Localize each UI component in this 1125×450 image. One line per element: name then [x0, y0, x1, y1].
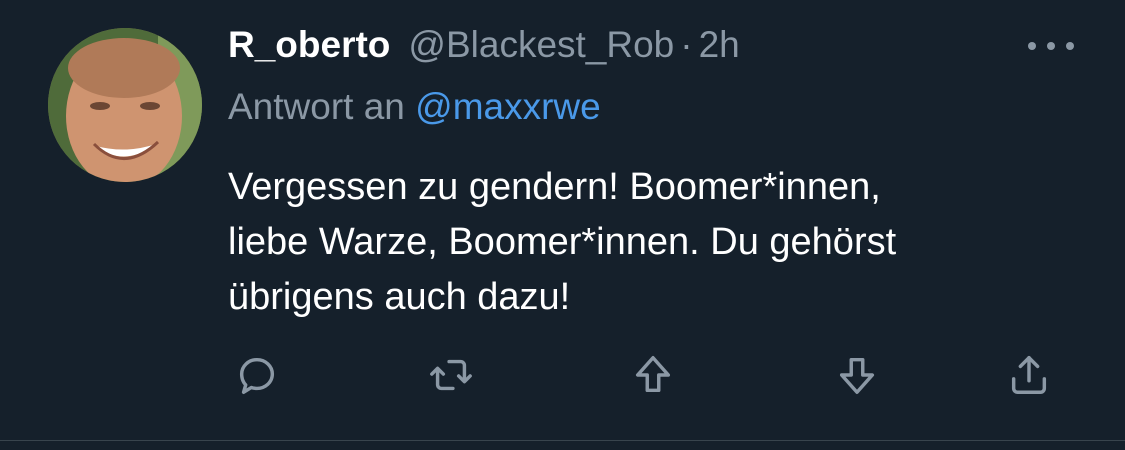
retweet-button[interactable]	[426, 350, 476, 400]
reply-mention-link[interactable]: @maxxrwe	[415, 86, 601, 127]
avatar[interactable]	[48, 28, 202, 182]
share-button[interactable]	[1004, 350, 1054, 400]
user-handle[interactable]: @Blackest_Rob	[408, 24, 674, 66]
avatar-photo	[48, 28, 202, 182]
tweet[interactable]: R_oberto @Blackest_Rob · 2h Antwort an @…	[0, 0, 1125, 450]
timestamp[interactable]: 2h	[699, 24, 740, 66]
reply-button[interactable]	[232, 350, 282, 400]
display-name[interactable]: R_oberto	[228, 24, 390, 66]
downvote-icon	[839, 357, 875, 394]
upvote-icon	[635, 356, 671, 393]
reply-icon	[239, 357, 275, 394]
downvote-button[interactable]	[832, 350, 882, 400]
upvote-button[interactable]	[628, 350, 678, 400]
tweet-header: R_oberto @Blackest_Rob · 2h	[228, 24, 740, 74]
share-icon	[1011, 356, 1047, 394]
tweet-text-line: übrigens auch dazu!	[228, 276, 571, 318]
divider	[0, 440, 1125, 441]
tweet-text-line: Vergessen zu gendern! Boomer*innen,	[228, 166, 881, 208]
retweet-icon	[430, 359, 472, 391]
more-options-icon[interactable]	[1028, 36, 1074, 56]
reply-context: Antwort an @maxxrwe	[228, 86, 601, 128]
reply-prefix: Antwort an	[228, 86, 405, 127]
tweet-text-line: liebe Warze, Boomer*innen. Du gehörst	[228, 221, 897, 263]
tweet-text: Vergessen zu gendern! Boomer*innen, lieb…	[228, 160, 1068, 325]
action-bar	[228, 350, 1068, 400]
separator-dot: ·	[680, 24, 693, 65]
